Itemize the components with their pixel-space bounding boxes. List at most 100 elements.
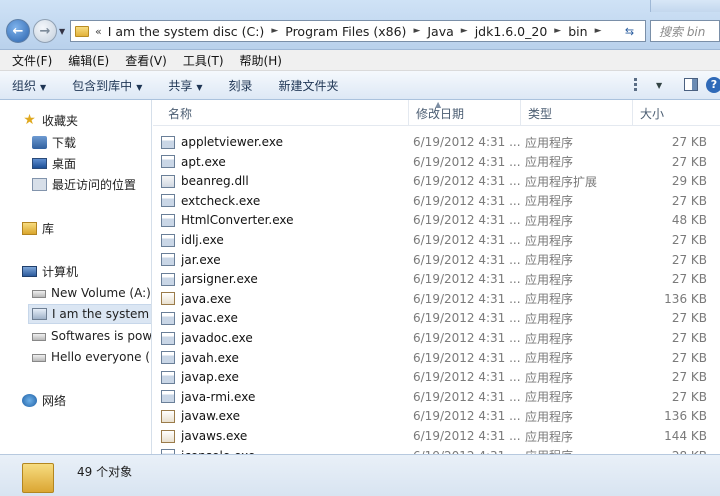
file-row[interactable]: javadoc.exe 6/19/2012 4:31 ... 应用程序 27 KB [161,328,713,348]
share-button[interactable]: 共享 ▼ [168,77,202,94]
file-row[interactable]: apt.exe 6/19/2012 4:31 ... 应用程序 27 KB [161,152,713,172]
file-name: java-rmi.exe [181,389,256,404]
breadcrumb-c-drive[interactable]: I am the system disc (C:) [104,24,269,39]
file-size: 29 KB [671,174,707,189]
view-options-icon[interactable] [634,78,648,91]
chevron-right-icon[interactable]: ► [592,26,605,36]
file-size: 27 KB [671,370,707,385]
breadcrumb-overflow[interactable]: « [95,25,104,38]
dropdown-arrow-icon: ▼ [40,82,47,92]
sidebar-item-drive-c[interactable]: I am the system disc (C:) [28,304,151,324]
address-bar[interactable]: « I am the system disc (C:) ► Program Fi… [70,20,618,42]
file-size: 27 KB [671,350,707,365]
file-row[interactable]: jconsole.exe6/19/2012 4:31 ...应用程序28 KB [161,446,713,454]
sidebar-item-drive-e[interactable]: Hello everyone (E:) [32,347,151,367]
drive-icon [32,290,46,298]
file-row[interactable]: java.exe 6/19/2012 4:31 ... 应用程序 136 KB [161,289,713,309]
file-row[interactable]: javap.exe 6/19/2012 4:31 ... 应用程序 27 KB [161,367,713,387]
include-in-library-button[interactable]: 包含到库中 ▼ [72,77,142,94]
column-type[interactable]: 类型 [521,100,633,126]
file-type: 应用程序 [525,194,574,209]
column-header: ▲ 名称 修改日期 类型 大小 [153,100,720,126]
star-icon: ★ [23,111,36,128]
file-size: 27 KB [671,233,707,247]
file-row[interactable]: javac.exe 6/19/2012 4:31 ... 应用程序 27 KB [161,308,713,328]
help-icon[interactable]: ? [706,77,720,93]
file-row[interactable]: extcheck.exe 6/19/2012 4:31 ... 应用程序 27 KB [161,191,713,211]
exe-icon [161,233,175,247]
organize-button[interactable]: 组织 ▼ [12,77,46,94]
burn-button[interactable]: 刻录 [229,77,253,94]
sidebar-label: 最近访问的位置 [52,177,137,192]
refresh-button[interactable]: ⇆ [614,20,646,42]
sidebar-label: 库 [42,221,55,236]
file-row[interactable]: appletviewer.exe 6/19/2012 4:31 ... 应用程序 27… [161,132,713,152]
chevron-right-icon[interactable]: ► [551,26,564,36]
dropdown-arrow-icon: ▼ [136,82,143,92]
file-type: 应用程序 [525,409,574,424]
sidebar-item-desktop[interactable]: 桌面 [32,153,76,173]
preview-pane-icon[interactable] [684,78,698,91]
exe-icon [161,213,175,227]
breadcrumb-bin[interactable]: bin [564,24,591,39]
file-row[interactable]: jarsigner.exe 6/19/2012 4:31 ... 应用程序 27 KB [161,269,713,289]
file-size: 144 KB [664,429,707,443]
menu-file[interactable]: 文件(F) [4,52,60,69]
file-row[interactable]: javah.exe 6/19/2012 4:31 ... 应用程序 27 KB [161,348,713,368]
column-date-modified[interactable]: 修改日期 [409,100,521,126]
file-row[interactable]: HtmlConverter.exe 6/19/2012 4:31 ... 应用程序 4… [161,210,713,230]
file-date: 6/19/2012 4:31 ... [413,370,521,385]
file-name: apt.exe [181,154,226,169]
sidebar-item-drive-a[interactable]: New Volume (A:) [32,283,151,303]
file-type: 应用程序 [525,331,574,346]
chevron-right-icon[interactable]: ► [410,26,423,36]
menu-edit[interactable]: 编辑(E) [60,52,117,69]
back-button[interactable]: ← [6,19,30,43]
menu-tools[interactable]: 工具(T) [175,52,232,69]
sidebar-item-downloads[interactable]: 下载 [32,132,76,152]
breadcrumb-jdk[interactable]: jdk1.6.0_20 [471,24,552,39]
file-list: appletviewer.exe 6/19/2012 4:31 ... 应用程序 27… [153,130,720,454]
sidebar-item-drive-d[interactable]: Softwares is powerful (D:) [32,326,151,346]
file-type: 应用程序 [525,447,635,454]
file-row[interactable]: javaw.exe 6/19/2012 4:31 ... 应用程序 136 KB [161,406,713,426]
file-date: 6/19/2012 4:31 ... [413,389,521,404]
file-row[interactable]: javaws.exe 6/19/2012 4:31 ... 应用程序 144 KB [161,426,713,446]
recent-pages-dropdown-icon[interactable]: ▼ [59,27,65,36]
drive-icon [32,354,46,362]
file-date: 6/19/2012 4:31 ... [413,193,521,208]
chevron-right-icon[interactable]: ► [268,26,281,36]
menu-help[interactable]: 帮助(H) [232,52,290,69]
file-type: 应用程序 [525,351,574,366]
sidebar-item-network[interactable]: 网络 [22,390,66,410]
arrow-left-icon: ← [12,23,24,39]
search-input[interactable]: 搜索 bin [650,20,720,42]
menu-view[interactable]: 查看(V) [117,52,175,69]
forward-button[interactable]: → [33,19,57,43]
file-name: appletviewer.exe [181,135,283,149]
view-dropdown-icon[interactable]: ▼ [656,81,662,90]
new-folder-button[interactable]: 新建文件夹 [279,77,339,94]
file-row[interactable]: java-rmi.exe 6/19/2012 4:31 ... 应用程序 27 KB [161,387,713,407]
breadcrumb-program-files[interactable]: Program Files (x86) [281,24,410,39]
sidebar-item-libraries[interactable]: 库 [22,218,54,238]
breadcrumb-java[interactable]: Java [423,24,457,39]
file-row[interactable]: idlj.exe 6/19/2012 4:31 ... 应用程序 27 KB [161,230,713,250]
file-size: 136 KB [664,409,707,424]
chevron-right-icon[interactable]: ► [458,26,471,36]
file-type: 应用程序 [525,135,574,150]
sidebar-item-computer[interactable]: 计算机 [22,261,78,281]
file-type: 应用程序 [525,155,574,170]
column-name[interactable]: 名称 [161,100,409,126]
file-row[interactable]: jar.exe 6/19/2012 4:31 ... 应用程序 27 KB [161,250,713,270]
column-size[interactable]: 大小 [633,100,720,126]
sidebar-item-favorites[interactable]: ★ 收藏夹 [22,110,78,130]
sidebar-item-recent-places[interactable]: 最近访问的位置 [32,174,136,194]
file-date: 6/19/2012 4:31 ... [413,272,521,287]
file-size: 27 KB [671,193,707,208]
file-name: javac.exe [181,311,238,326]
file-row[interactable]: beanreg.dll 6/19/2012 4:31 ... 应用程序扩展 29 KB [161,171,713,191]
exe-icon [161,351,175,365]
file-name: jar.exe [181,252,221,267]
file-name: javaws.exe [181,429,248,443]
